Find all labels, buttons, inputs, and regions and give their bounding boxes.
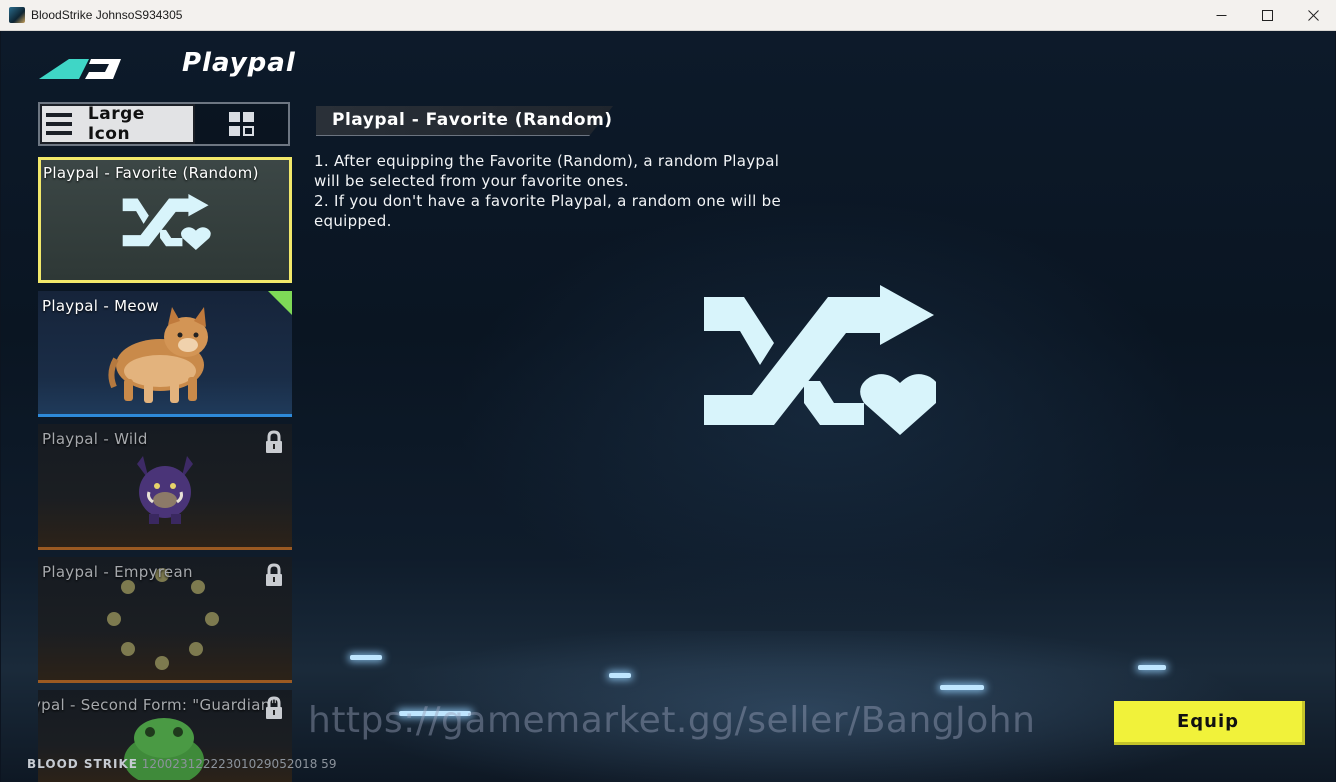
description-line-1: 1. After equipping the Favorite (Random)…	[314, 152, 780, 190]
window-controls	[1198, 0, 1336, 31]
maximize-icon	[1261, 10, 1273, 21]
close-icon	[1307, 10, 1319, 21]
card-label: Playpal - Wild	[42, 430, 148, 448]
minimize-icon	[1216, 15, 1226, 16]
list-icon	[46, 113, 72, 135]
lock-icon	[266, 563, 282, 586]
view-toggle: Large Icon	[38, 102, 290, 146]
window-title: BloodStrike JohnsoS934305	[31, 8, 183, 22]
playpal-card-meow[interactable]: Playpal - Meow	[38, 291, 292, 417]
playpal-card-empyrean[interactable]: Playpal - Empyrean	[38, 557, 292, 683]
wild-creature-image	[137, 456, 193, 524]
playpal-card-favorite-random[interactable]: Playpal - Favorite (Random)	[38, 157, 292, 283]
game-viewport: Playpal Large Icon Playpal - Favorite (R…	[1, 31, 1335, 782]
equip-button[interactable]: Equip	[1114, 701, 1305, 745]
back-logo-icon[interactable]	[39, 55, 125, 81]
floor-light	[350, 655, 382, 660]
grid-icon	[228, 112, 255, 136]
floor-light	[1138, 665, 1166, 670]
lock-icon	[266, 696, 282, 719]
card-label: Playpal - Empyrean	[42, 563, 193, 581]
shuffle-heart-icon-large	[704, 285, 936, 435]
new-badge	[268, 291, 292, 315]
shuffle-heart-icon	[122, 194, 211, 250]
floor-light	[940, 685, 984, 690]
app-icon	[9, 7, 25, 23]
grid-view-button[interactable]	[195, 104, 288, 144]
large-icon-label: Large Icon	[87, 104, 145, 144]
card-label: ypal - Second Form: "Guardian"	[38, 696, 278, 714]
detail-title: Playpal - Favorite (Random)	[332, 110, 613, 130]
page-title: Playpal	[182, 48, 296, 78]
description-line-2: 2. If you don't have a favorite Playpal,…	[314, 192, 782, 230]
card-label: Playpal - Meow	[42, 297, 159, 315]
lock-icon	[266, 430, 282, 453]
footer-brand: BLOOD STRIKE	[27, 757, 138, 771]
footer-number: 12002312222301029052018 59	[141, 757, 337, 771]
window-titlebar: BloodStrike JohnsoS934305	[0, 0, 1336, 31]
watermark: https://gamemarket.gg/seller/BangJohn	[308, 700, 1036, 741]
card-label: Playpal - Favorite (Random)	[43, 164, 259, 182]
minimize-button[interactable]	[1198, 0, 1244, 31]
floor-light	[609, 673, 631, 678]
large-icon-view-button[interactable]: Large Icon	[40, 104, 195, 144]
playpal-card-wild[interactable]: Playpal - Wild	[38, 424, 292, 550]
footer-id: BLOOD STRIKE 12002312222301029052018 59	[27, 757, 336, 771]
detail-description: 1. After equipping the Favorite (Random)…	[314, 151, 804, 231]
close-button[interactable]	[1290, 0, 1336, 31]
maximize-button[interactable]	[1244, 0, 1290, 31]
cat-image	[108, 307, 208, 403]
